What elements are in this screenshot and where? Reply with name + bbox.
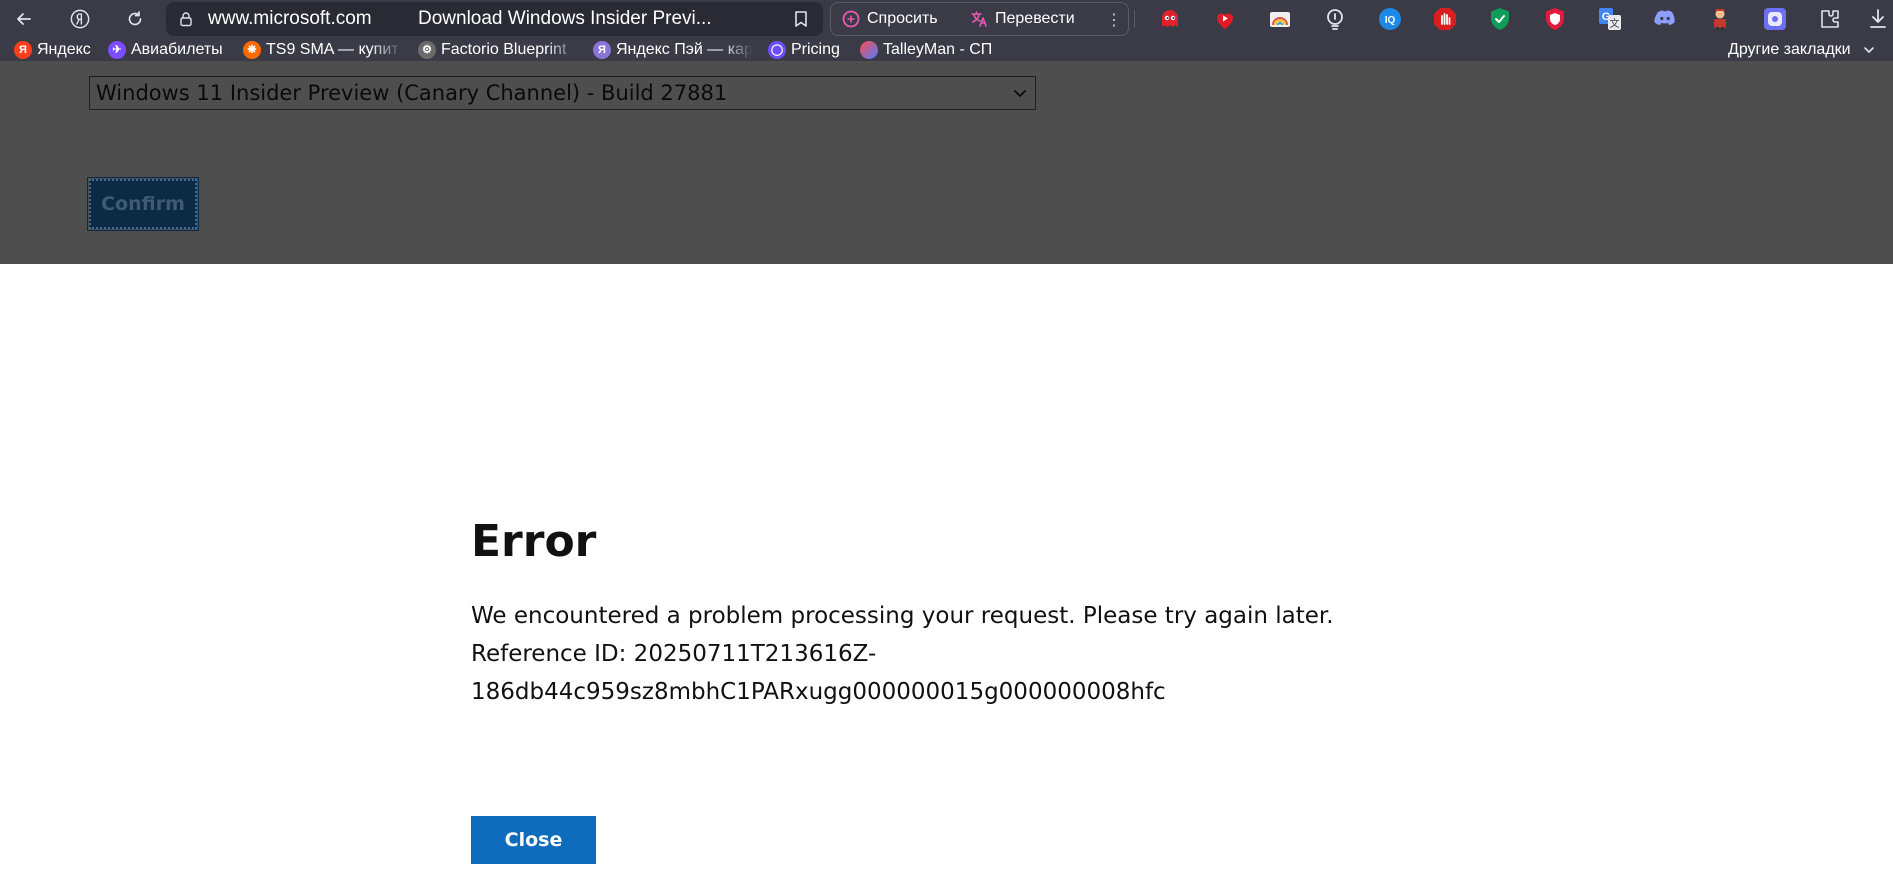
circle-icon: ◯ (768, 40, 786, 59)
bookmark-label: TalleyMan - СП (883, 40, 993, 58)
iq-icon[interactable]: IQ (1378, 7, 1402, 31)
bookmark-aviabilety[interactable]: ✈ Авиабилеты (108, 38, 223, 61)
youtube-icon[interactable] (1213, 7, 1237, 31)
toolbar-divider (1134, 10, 1135, 28)
edition-select-value: Windows 11 Insider Preview (Canary Chann… (96, 81, 728, 105)
bookmark-icon[interactable] (791, 9, 811, 29)
svg-text:文: 文 (1610, 17, 1620, 30)
bookmark-label: Яндекс Пэй — кар (616, 40, 753, 58)
ball-icon (860, 40, 878, 59)
yandex-logo-icon (70, 9, 90, 29)
lightbulb-icon[interactable] (1323, 7, 1347, 31)
bookmarks-bar: Я Яндекс ✈ Авиабилеты ❋ TS9 SMA — купит … (0, 38, 1893, 61)
bookmark-yandex[interactable]: Я Яндекс (14, 38, 91, 61)
ai-actions-group: Спросить Перевести ⋮ (830, 2, 1129, 36)
error-dialog: Error We encountered a problem processin… (0, 264, 1893, 896)
bookmark-label: Pricing (791, 40, 840, 58)
back-button[interactable] (4, 0, 44, 38)
svg-text:IQ: IQ (1385, 15, 1396, 26)
bookmark-label: Авиабилеты (131, 40, 223, 58)
error-title: Error (471, 516, 597, 567)
bookmark-talleyman[interactable]: TalleyMan - СП (860, 38, 992, 61)
page-title: Download Windows Insider Previ... (418, 8, 712, 29)
discord-icon[interactable] (1653, 7, 1677, 31)
chevron-down-icon (1014, 90, 1026, 97)
plane-icon: ✈ (108, 40, 126, 59)
other-bookmarks-label: Другие закладки (1728, 40, 1851, 58)
translate-label: Перевести (995, 10, 1075, 27)
download-icon[interactable] (1866, 7, 1890, 31)
translate-button[interactable]: Перевести (969, 3, 1075, 35)
translate-icon[interactable]: G文 (1598, 7, 1622, 31)
shield-check-icon[interactable] (1488, 7, 1512, 31)
bookmark-pricing[interactable]: ◯ Pricing (768, 38, 840, 61)
bookmark-label: Яндекс (37, 40, 91, 58)
yandex-pay-icon: Я (593, 40, 611, 59)
yandex-icon: Я (14, 40, 32, 59)
chevron-down-icon (1863, 46, 1874, 53)
confirm-button[interactable]: Confirm (87, 177, 199, 231)
ask-label: Спросить (867, 10, 938, 27)
arrow-left-icon (17, 13, 31, 25)
bookmark-ts9-sma[interactable]: ❋ TS9 SMA — купит (243, 38, 403, 61)
flame-icon: ❋ (243, 40, 261, 59)
error-message: We encountered a problem processing your… (471, 597, 1334, 711)
error-message-text: We encountered a problem processing your… (471, 603, 1334, 629)
more-menu-button[interactable]: ⋮ (1103, 3, 1125, 35)
pacman-ghost-icon[interactable] (1158, 7, 1182, 31)
extensions-icon[interactable] (1818, 7, 1842, 31)
character-icon[interactable] (1708, 7, 1732, 31)
stop-hand-icon[interactable] (1433, 7, 1457, 31)
yandex-home-button[interactable] (60, 0, 100, 38)
rainbow-icon[interactable] (1268, 7, 1292, 31)
ask-button[interactable]: Спросить (841, 3, 938, 35)
close-button[interactable]: Close (471, 816, 596, 864)
gear-icon: ⚙ (418, 40, 436, 59)
lock-icon (180, 12, 192, 27)
translate-page-icon (971, 11, 987, 27)
bookmark-label: TS9 SMA — купит (266, 40, 399, 58)
shield-red-icon[interactable] (1543, 7, 1567, 31)
purple-app-icon[interactable] (1763, 7, 1787, 31)
reference-id-line-1: Reference ID: 20250711T213616Z- (471, 641, 877, 667)
ask-ai-icon (842, 10, 860, 28)
other-bookmarks[interactable]: Другие закладки (1728, 38, 1875, 61)
edition-select[interactable]: Windows 11 Insider Preview (Canary Chann… (89, 76, 1036, 110)
bookmark-factorio[interactable]: ⚙ Factorio Blueprint (418, 38, 578, 61)
address-bar[interactable]: www.microsoft.com Download Windows Insid… (166, 2, 823, 36)
browser-toolbar: www.microsoft.com Download Windows Insid… (0, 0, 1893, 38)
bookmark-label: Factorio Blueprint (441, 40, 567, 58)
reload-icon (128, 11, 142, 26)
reload-button[interactable] (115, 0, 155, 38)
reference-id-line-2: 186db44c959sz8mbhC1PARxugg000000015g0000… (471, 679, 1166, 705)
url-text[interactable]: www.microsoft.com (208, 2, 372, 36)
bookmark-yandex-pay[interactable]: Я Яндекс Пэй — кар (593, 38, 753, 61)
page-overlay: Windows 11 Insider Preview (Canary Chann… (0, 61, 1893, 264)
